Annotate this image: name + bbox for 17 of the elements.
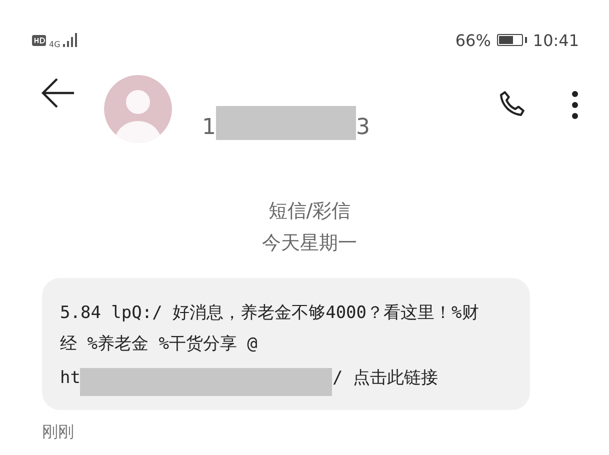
battery-percent: 66% (455, 30, 491, 50)
message-text: / 点击此链接 (332, 366, 438, 390)
message-link[interactable]: ht (60, 362, 80, 394)
hd-icon (32, 34, 46, 46)
avatar-icon (104, 75, 172, 143)
message-type: 短信/彩信 (268, 199, 351, 224)
contact-number: 3 (356, 115, 370, 140)
signal-icon (63, 33, 80, 47)
message-text: 5.84 lpQ:/ 好消息，养老金不够4000？看这里！%财 (60, 302, 480, 325)
message-time: 刚刚 (42, 422, 75, 443)
battery-icon (496, 34, 523, 46)
contact-number: 1 (202, 115, 216, 140)
message-text: 经 %养老金 %干货分享 @ (60, 333, 258, 356)
clock: 10:41 (532, 30, 579, 50)
date-label: 今天星期一 (262, 231, 357, 256)
network-type: 4G (49, 40, 60, 48)
more-icon[interactable] (571, 90, 579, 120)
